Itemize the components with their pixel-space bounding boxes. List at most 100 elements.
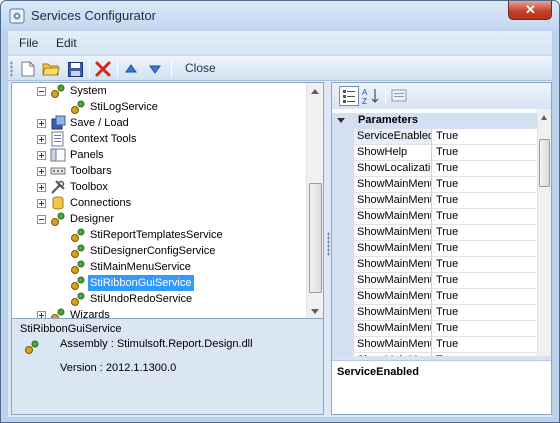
property-name[interactable]: ShowMainMenu: [354, 209, 432, 225]
property-name[interactable]: ShowMainMenu: [354, 305, 432, 321]
property-scrollbar[interactable]: [537, 109, 551, 356]
property-name[interactable]: ServiceEnabled: [354, 129, 432, 145]
services-tree[interactable]: System StiLogService Save / Load Context To…: [11, 82, 324, 321]
expand-icon[interactable]: [37, 199, 46, 208]
property-value[interactable]: True: [432, 209, 537, 225]
alphabetical-sort-icon[interactable]: AZ: [361, 86, 381, 106]
window-close-button[interactable]: ✕: [508, 1, 552, 20]
scroll-up-icon[interactable]: [541, 115, 547, 120]
tree-node[interactable]: Panels: [12, 147, 306, 163]
close-button[interactable]: Close: [185, 61, 216, 75]
property-pages-icon[interactable]: [390, 86, 410, 106]
property-name[interactable]: ShowMainMenu: [354, 177, 432, 193]
category-row[interactable]: Parameters: [332, 113, 537, 129]
property-name[interactable]: ShowMainMenu: [354, 321, 432, 337]
expand-icon[interactable]: [37, 119, 46, 128]
service-gear-icon: [25, 340, 39, 354]
property-value[interactable]: True: [432, 145, 537, 161]
property-value[interactable]: True: [432, 321, 537, 337]
property-row[interactable]: ShowMainMenuTrue: [332, 273, 537, 289]
property-row[interactable]: ServiceEnabled True: [332, 129, 537, 145]
new-document-icon[interactable]: [18, 59, 38, 79]
property-row[interactable]: ShowMainMenuTrue: [332, 353, 537, 356]
tree-node[interactable]: Connections: [12, 195, 306, 211]
property-name[interactable]: ShowMainMenu: [354, 353, 432, 356]
property-value[interactable]: True: [432, 305, 537, 321]
property-value[interactable]: True: [432, 225, 537, 241]
property-row[interactable]: ShowMainMenuTrue: [332, 337, 537, 353]
app-gear-icon: [9, 8, 25, 24]
property-row[interactable]: ShowMainMenuTrue: [332, 289, 537, 305]
property-value[interactable]: True: [432, 273, 537, 289]
tree-node[interactable]: StiLogService: [12, 99, 306, 115]
tree-node[interactable]: Context Tools: [12, 131, 306, 147]
collapse-icon[interactable]: [337, 118, 345, 123]
tree-node[interactable]: System: [12, 83, 306, 99]
open-folder-icon[interactable]: [41, 59, 61, 79]
collapse-icon[interactable]: [37, 87, 46, 96]
property-name[interactable]: ShowMainMenu: [354, 289, 432, 305]
scroll-up-icon[interactable]: [311, 89, 319, 94]
property-value[interactable]: True: [432, 257, 537, 273]
property-name[interactable]: ShowHelp: [354, 145, 432, 161]
property-row[interactable]: ShowMainMenuTrue: [332, 193, 537, 209]
property-name[interactable]: ShowMainMenu: [354, 337, 432, 353]
expand-icon[interactable]: [37, 135, 46, 144]
tree-node-label: StiDesignerConfigService: [90, 245, 216, 257]
tree-node[interactable]: Save / Load: [12, 115, 306, 131]
property-row[interactable]: ShowMainMenuTrue: [332, 209, 537, 225]
property-row[interactable]: ShowHelp True: [332, 145, 537, 161]
property-row[interactable]: ShowLocalizationTrue: [332, 161, 537, 177]
tree-node-label: StiReportTemplatesService: [90, 229, 223, 241]
categorized-view-icon[interactable]: [339, 86, 359, 106]
tree-node[interactable]: StiDesignerConfigService: [12, 243, 306, 259]
move-down-icon[interactable]: [145, 59, 165, 79]
toolbox-icon: [50, 179, 66, 195]
property-name[interactable]: ShowMainMenu: [354, 193, 432, 209]
property-value[interactable]: True: [432, 161, 537, 177]
tree-node[interactable]: Toolbars: [12, 163, 306, 179]
save-icon[interactable]: [65, 59, 85, 79]
property-value[interactable]: True: [432, 241, 537, 257]
property-row[interactable]: ShowMainMenuTrue: [332, 225, 537, 241]
property-name[interactable]: ShowMainMenu: [354, 241, 432, 257]
expand-icon[interactable]: [37, 167, 46, 176]
tree-node[interactable]: StiMainMenuService: [12, 259, 306, 275]
property-value[interactable]: True: [432, 353, 537, 356]
collapse-icon[interactable]: [37, 215, 46, 224]
expand-icon[interactable]: [37, 183, 46, 192]
property-row[interactable]: ShowMainMenuTrue: [332, 177, 537, 193]
expand-icon[interactable]: [37, 151, 46, 160]
tree-node-label: Context Tools: [70, 133, 137, 145]
property-row[interactable]: ShowMainMenuTrue: [332, 241, 537, 257]
tree-node[interactable]: StiRibbonGuiService: [12, 275, 306, 291]
tree-node[interactable]: StiReportTemplatesService: [12, 227, 306, 243]
toolbar-grip[interactable]: [10, 61, 13, 77]
move-up-icon[interactable]: [121, 59, 141, 79]
tree-node[interactable]: Toolbox: [12, 179, 306, 195]
tree-node[interactable]: StiUndoRedoService: [12, 291, 306, 307]
title-bar[interactable]: Services Configurator ✕: [1, 1, 559, 31]
menu-edit[interactable]: Edit: [56, 36, 77, 50]
scroll-thumb[interactable]: [309, 183, 322, 293]
tree-node[interactable]: Designer: [12, 211, 306, 227]
property-row[interactable]: ShowMainMenuTrue: [332, 257, 537, 273]
scroll-thumb[interactable]: [539, 139, 550, 187]
property-value[interactable]: True: [432, 129, 537, 145]
scroll-down-icon[interactable]: [311, 309, 319, 314]
menu-file[interactable]: File: [19, 36, 38, 50]
property-value[interactable]: True: [432, 337, 537, 353]
property-row[interactable]: ShowMainMenuTrue: [332, 321, 537, 337]
property-name[interactable]: ShowMainMenu: [354, 273, 432, 289]
property-value[interactable]: True: [432, 193, 537, 209]
splitter-grip[interactable]: [327, 232, 330, 256]
property-grid[interactable]: Parameters ServiceEnabled True ShowHelp Tru…: [332, 109, 551, 356]
delete-icon[interactable]: [93, 59, 113, 79]
property-name[interactable]: ShowLocalization: [354, 161, 432, 177]
property-row[interactable]: ShowMainMenuTrue: [332, 305, 537, 321]
property-value[interactable]: True: [432, 289, 537, 305]
property-name[interactable]: ShowMainMenu: [354, 257, 432, 273]
tree-scrollbar[interactable]: [306, 83, 323, 320]
property-name[interactable]: ShowMainMenu: [354, 225, 432, 241]
property-value[interactable]: True: [432, 177, 537, 193]
